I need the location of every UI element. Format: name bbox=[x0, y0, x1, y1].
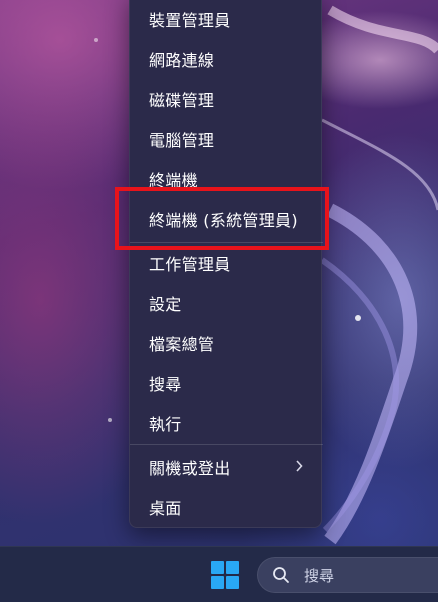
menu-separator bbox=[130, 444, 323, 445]
menu-item-label: 關機或登出 bbox=[149, 459, 231, 478]
menu-item-terminal-admin[interactable]: 終端機 (系統管理員) bbox=[130, 200, 323, 238]
taskbar-search-box[interactable]: 搜尋 bbox=[257, 557, 438, 593]
menu-item-terminal[interactable]: 終端機 bbox=[130, 160, 323, 198]
menu-item-label: 執行 bbox=[149, 415, 182, 434]
menu-item-label: 電腦管理 bbox=[149, 131, 215, 150]
menu-item-label: 磁碟管理 bbox=[149, 91, 215, 110]
menu-item-disk-management[interactable]: 磁碟管理 bbox=[130, 80, 323, 118]
menu-item-label: 終端機 bbox=[149, 171, 198, 190]
context-menu: 裝置管理員 網路連線 磁碟管理 電腦管理 終端機 終端機 (系統管理員) 工作管… bbox=[129, 0, 323, 528]
menu-item-label: 工作管理員 bbox=[149, 255, 231, 274]
search-icon bbox=[273, 567, 289, 583]
menu-item-search[interactable]: 搜尋 bbox=[130, 364, 323, 402]
menu-item-network-connections[interactable]: 網路連線 bbox=[130, 40, 323, 78]
menu-item-shutdown-signout[interactable]: 關機或登出 bbox=[130, 448, 323, 486]
menu-item-file-explorer[interactable]: 檔案總管 bbox=[130, 324, 323, 362]
menu-item-desktop[interactable]: 桌面 bbox=[130, 488, 323, 526]
menu-item-settings[interactable]: 設定 bbox=[130, 284, 323, 322]
menu-item-label: 搜尋 bbox=[149, 375, 182, 394]
menu-item-computer-management[interactable]: 電腦管理 bbox=[130, 120, 323, 158]
taskbar: 搜尋 bbox=[0, 546, 438, 602]
menu-separator bbox=[130, 242, 323, 243]
menu-item-run[interactable]: 執行 bbox=[130, 404, 323, 442]
menu-item-device-manager[interactable]: 裝置管理員 bbox=[130, 0, 323, 38]
menu-item-label: 檔案總管 bbox=[149, 335, 215, 354]
search-label: 搜尋 bbox=[304, 566, 335, 585]
menu-item-label: 終端機 (系統管理員) bbox=[149, 211, 298, 230]
menu-item-label: 桌面 bbox=[149, 499, 182, 518]
start-button[interactable] bbox=[205, 553, 245, 597]
menu-item-task-manager[interactable]: 工作管理員 bbox=[130, 244, 323, 282]
menu-item-label: 裝置管理員 bbox=[149, 11, 231, 30]
chevron-right-icon bbox=[296, 460, 303, 472]
menu-item-label: 設定 bbox=[149, 295, 182, 314]
menu-item-label: 網路連線 bbox=[149, 51, 215, 70]
windows-logo-icon bbox=[211, 561, 239, 589]
